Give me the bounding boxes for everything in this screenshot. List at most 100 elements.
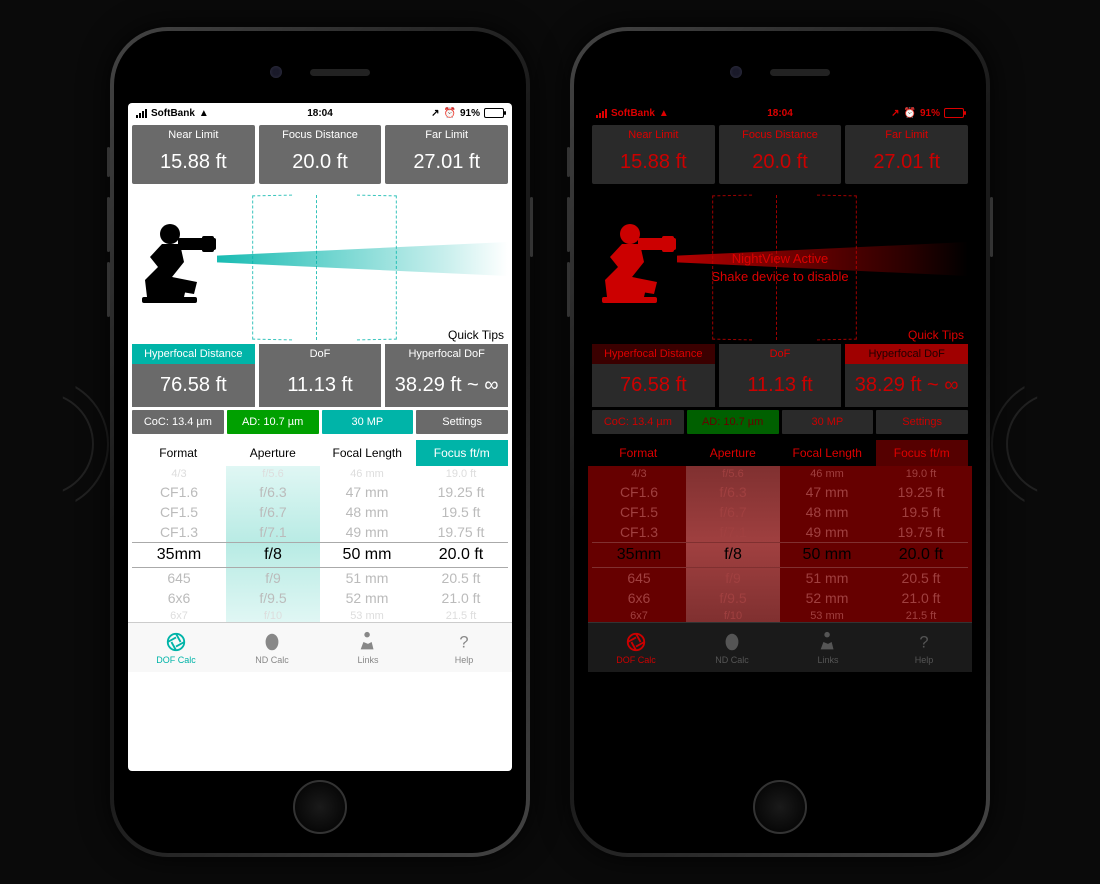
wifi-icon: ▲ [199,108,209,119]
hyperfocal-value: 76.58 ft [592,364,715,407]
far-limit-value: 27.01 ft [845,143,968,182]
mp-button[interactable]: 30 MP [322,410,414,434]
tab-bar: DOF Calc ND Calc Links ? Help [588,622,972,672]
svg-text:?: ? [919,633,928,651]
tab-nd-calc[interactable]: ND Calc [224,623,320,672]
near-limit-value: 15.88 ft [132,143,255,182]
hyperfocal-dof-label: Hyperfocal DoF [845,344,968,364]
phone-light: SoftBank ▲ 18:04 ↗ ⏰ 91% Near Limit 15.8… [110,27,530,857]
focus-header[interactable]: Focus ft/m [416,440,509,466]
home-button[interactable] [753,780,807,834]
screen-night: SoftBank ▲ 18:04 ↗ ⏰ 91% Near Limit 15.8… [588,103,972,771]
far-limit-label: Far Limit [845,127,968,143]
dof-value: 11.13 ft [719,364,842,407]
hyperfocal-value: 76.58 ft [132,364,255,407]
dof-card[interactable]: DoF 11.13 ft [719,344,842,407]
phone-night: SoftBank ▲ 18:04 ↗ ⏰ 91% Near Limit 15.8… [570,27,990,857]
far-limit-label: Far Limit [385,127,508,143]
dof-card[interactable]: DoF 11.13 ft [259,344,382,407]
svg-text:?: ? [459,633,468,651]
tab-help[interactable]: ? Help [416,623,512,672]
aperture-header[interactable]: Aperture [227,440,320,466]
focal-picker[interactable]: 46 mm47 mm48 mm49 mm50 mm51 mm52 mm53 mm [780,466,874,622]
tab-help[interactable]: ? Help [876,623,972,672]
battery-pct: 91% [920,108,940,119]
focus-header[interactable]: Focus ft/m [876,440,969,466]
front-camera-icon [730,66,742,78]
location-icon: ↗ [891,108,899,119]
ad-button[interactable]: AD: 10.7 µm [227,410,319,434]
question-icon: ? [913,631,935,653]
clock-label: 18:04 [767,108,793,119]
focal-header[interactable]: Focal Length [781,440,874,466]
picker-wheels[interactable]: 4/3CF1.6CF1.5CF1.335mm6456x66x7 f/5.6f/6… [128,466,512,622]
location-icon: ↗ [431,108,439,119]
tab-dof-calc[interactable]: DOF Calc [588,623,684,672]
status-bar: SoftBank ▲ 18:04 ↗ ⏰ 91% [128,103,512,123]
front-camera-icon [270,66,282,78]
near-limit-card[interactable]: Near Limit 15.88 ft [592,125,715,184]
photographer-icon [142,222,217,312]
screen-light: SoftBank ▲ 18:04 ↗ ⏰ 91% Near Limit 15.8… [128,103,512,771]
format-header[interactable]: Format [132,440,225,466]
hyperfocal-dof-card[interactable]: Hyperfocal DoF 38.29 ft ~ ∞ [845,344,968,407]
focal-picker[interactable]: 46 mm47 mm48 mm49 mm50 mm51 mm52 mm53 mm [320,466,414,622]
coc-button[interactable]: CoC: 13.4 µm [132,410,224,434]
aperture-icon [625,631,647,653]
hyperfocal-distance-card[interactable]: Hyperfocal Distance 76.58 ft [592,344,715,407]
tab-bar: DOF Calc ND Calc Links ? Help [128,622,512,672]
focus-distance-card[interactable]: Focus Distance 20.0 ft [719,125,842,184]
format-picker[interactable]: 4/3CF1.6CF1.5CF1.335mm6456x66x7 [592,466,686,622]
quick-tips-link[interactable]: Quick Tips [908,328,964,342]
tab-links[interactable]: Links [780,623,876,672]
near-limit-card[interactable]: Near Limit 15.88 ft [132,125,255,184]
near-limit-label: Near Limit [592,127,715,143]
format-picker[interactable]: 4/3CF1.6CF1.5CF1.335mm6456x66x7 [132,466,226,622]
focal-header[interactable]: Focal Length [321,440,414,466]
focus-distance-card[interactable]: Focus Distance 20.0 ft [259,125,382,184]
hyperfocal-label: Hyperfocal Distance [592,344,715,364]
nightview-line1: NightView Active [592,250,968,268]
hyperfocal-dof-card[interactable]: Hyperfocal DoF 38.29 ft ~ ∞ [385,344,508,407]
filter-icon [261,631,283,653]
wifi-icon: ▲ [659,108,669,119]
quick-tips-link[interactable]: Quick Tips [448,328,504,342]
speaker-icon [770,69,830,76]
signal-icon [596,109,607,118]
near-limit-value: 15.88 ft [592,143,715,182]
aperture-picker[interactable]: f/5.6f/6.3f/6.7f/7.1f/8f/9f/9.5f/10 [686,466,780,622]
dof-diagram: Quick Tips [132,192,508,344]
picker-wheels[interactable]: 4/3CF1.6CF1.5CF1.335mm6456x66x7 f/5.6f/6… [588,466,972,622]
focus-picker[interactable]: 19.0 ft19.25 ft19.5 ft19.75 ft20.0 ft20.… [874,466,968,622]
far-limit-card[interactable]: Far Limit 27.01 ft [845,125,968,184]
far-limit-card[interactable]: Far Limit 27.01 ft [385,125,508,184]
tab-nd-calc[interactable]: ND Calc [684,623,780,672]
carrier-label: SoftBank [611,108,655,119]
tab-dof-calc[interactable]: DOF Calc [128,623,224,672]
settings-button[interactable]: Settings [416,410,508,434]
hyperfocal-label: Hyperfocal Distance [132,344,255,364]
aperture-header[interactable]: Aperture [687,440,780,466]
alarm-icon: ⏰ [904,108,916,119]
focus-picker[interactable]: 19.0 ft19.25 ft19.5 ft19.75 ft20.0 ft20.… [414,466,508,622]
mp-button[interactable]: 30 MP [782,410,874,434]
nightview-overlay: NightView Active Shake device to disable [592,250,968,286]
settings-button[interactable]: Settings [876,410,968,434]
battery-icon [484,108,504,118]
dof-value: 11.13 ft [259,364,382,407]
clock-label: 18:04 [307,108,333,119]
ad-button[interactable]: AD: 10.7 µm [687,410,779,434]
focus-distance-value: 20.0 ft [719,143,842,182]
format-header[interactable]: Format [592,440,685,466]
tab-links[interactable]: Links [320,623,416,672]
far-limit-value: 27.01 ft [385,143,508,182]
photographer-small-icon [817,631,839,653]
focus-distance-label: Focus Distance [259,127,382,143]
hyperfocal-distance-card[interactable]: Hyperfocal Distance 76.58 ft [132,344,255,407]
aperture-picker[interactable]: f/5.6f/6.3f/6.7f/7.1f/8f/9f/9.5f/10 [226,466,320,622]
filter-icon [721,631,743,653]
coc-button[interactable]: CoC: 13.4 µm [592,410,684,434]
home-button[interactable] [293,780,347,834]
question-icon: ? [453,631,475,653]
signal-icon [136,109,147,118]
